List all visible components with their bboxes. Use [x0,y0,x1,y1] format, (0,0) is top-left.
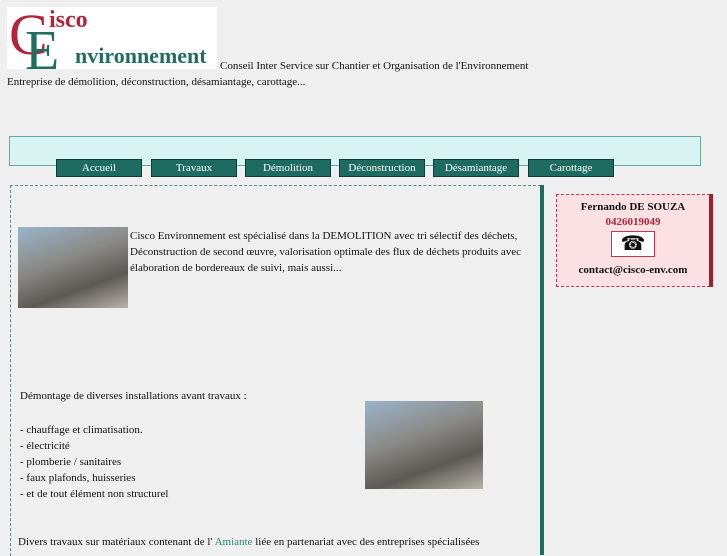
list-item: - faux plafonds, huisseries [20,472,136,484]
list-item: - électricité [20,440,70,452]
contact-name: Fernando DE SOUZA [580,201,686,213]
main-border [540,185,544,555]
nav-demolition[interactable]: Démolition [245,159,331,177]
subtitle: Entreprise de démolition, déconstruction… [7,76,306,88]
nav-travaux[interactable]: Travaux [151,159,237,177]
intro-text: Cisco Environnement est spécialisé dans … [130,230,521,274]
tagline: Conseil Inter Service sur Chantier et Or… [220,60,529,72]
list-item: - plomberie / sanitaires [20,456,122,468]
contact-email[interactable]: contact@cisco-env.com [557,264,709,276]
demontage-list: - chauffage et climatisation. - électric… [20,422,168,502]
nav-accueil[interactable]: Accueil [56,159,142,177]
demontage-title: Démontage de diverses installations avan… [20,390,247,402]
nav-desamiantage[interactable]: Désamiantage [433,159,519,177]
amiante-link[interactable]: Amiante [215,536,253,548]
amiante-text: Divers travaux sur matériaux contenant d… [18,536,480,548]
demolition-machine-photo [365,401,483,489]
nav-deconstruction[interactable]: Déconstruction [339,159,425,177]
demolition-photo [18,227,128,308]
contact-phone: 0426019049 [605,216,661,228]
list-item: - et de tout élément non structurel [20,488,169,500]
nav-carottage[interactable]: Carottage [528,159,614,177]
logo[interactable]: Cisco Environnement [7,7,217,69]
contact-box: Fernando DE SOUZA 0426019049 ☎ contact@c… [556,194,710,287]
telephone-icon: ☎ [611,231,655,257]
contact-border [709,194,713,287]
list-item: - chauffage et climatisation. [20,424,143,436]
